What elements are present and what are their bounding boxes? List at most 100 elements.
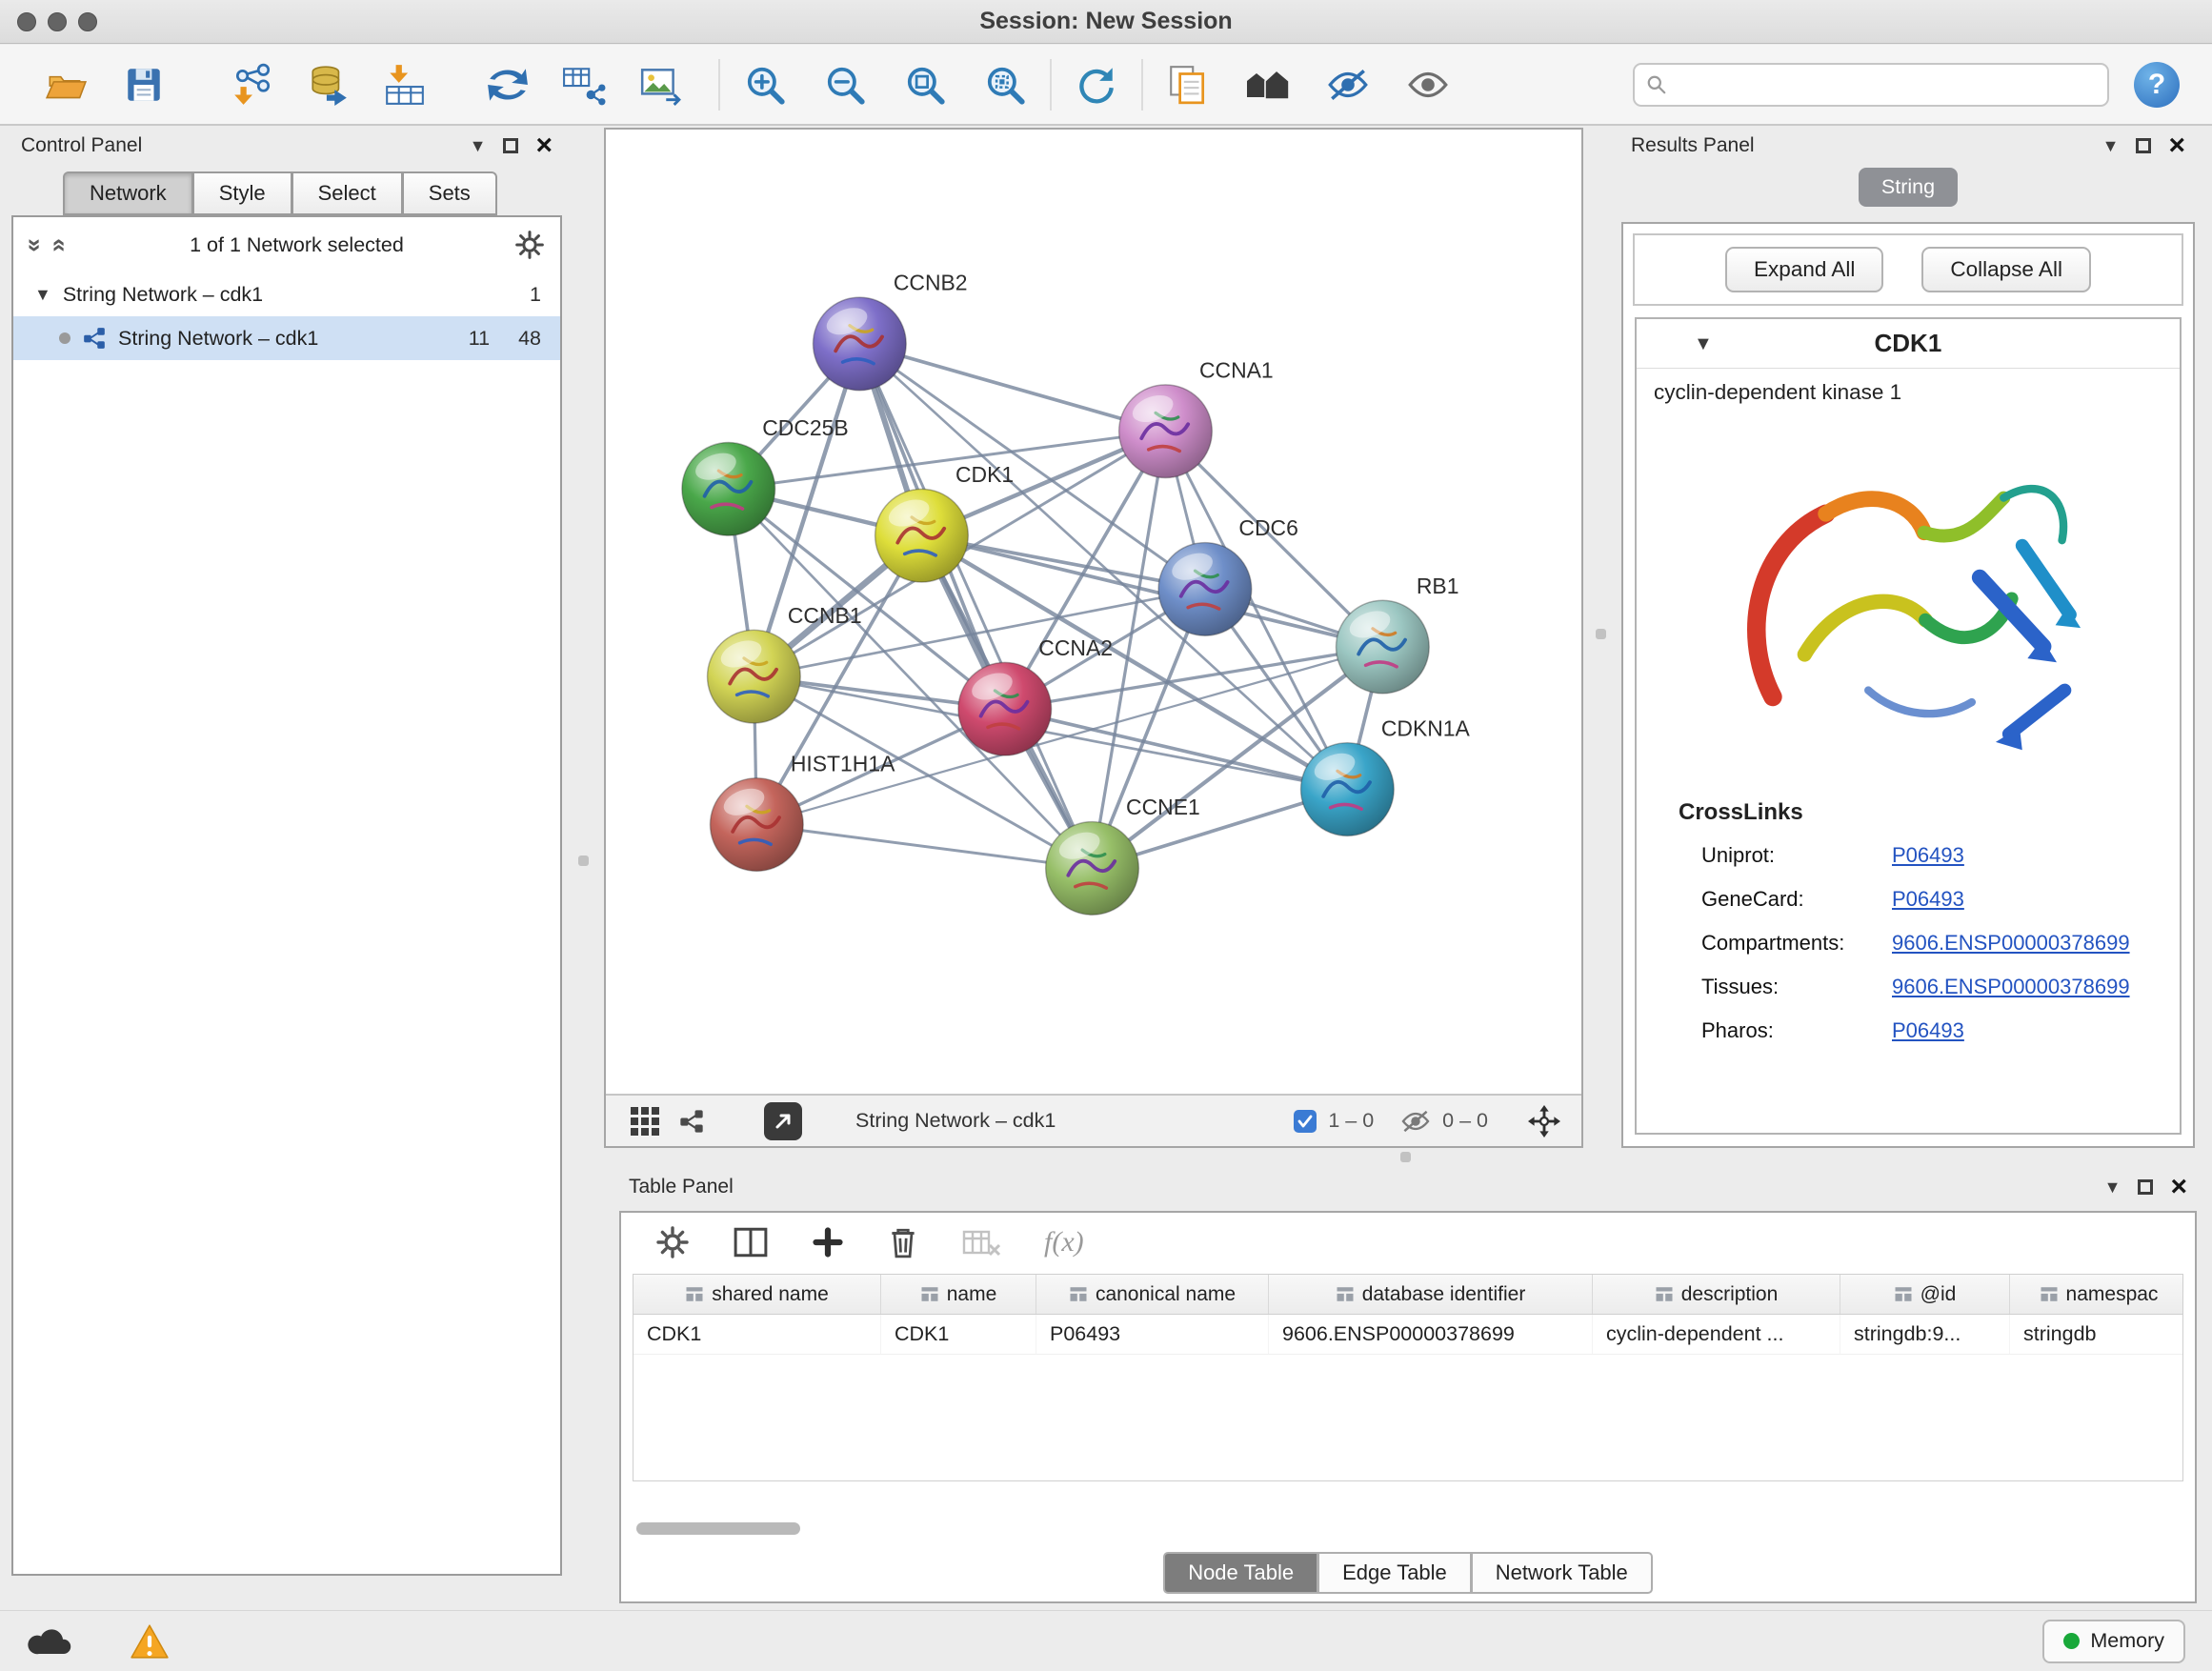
crosslink-link[interactable]: 9606.ENSP00000378699 [1892, 975, 2130, 999]
network-from-table-button[interactable] [554, 55, 613, 114]
tab-node-table[interactable]: Node Table [1163, 1552, 1318, 1594]
import-table-button[interactable] [375, 55, 434, 114]
protein-card-header[interactable]: ▼ CDK1 [1637, 319, 2180, 369]
window-zoom-button[interactable] [78, 12, 97, 31]
panel-menu-icon[interactable]: ▼ [2102, 137, 2120, 154]
right-splitter-handle[interactable] [1596, 629, 1606, 639]
table-settings-gear-icon[interactable] [655, 1225, 690, 1259]
open-session-button[interactable] [36, 55, 95, 114]
table-cell[interactable]: 9606.ENSP00000378699 [1269, 1315, 1593, 1354]
cloud-status-button[interactable] [27, 1624, 74, 1659]
collapse-section-icon[interactable]: ▼ [1694, 334, 1713, 353]
horizontal-scrollbar[interactable] [636, 1522, 800, 1535]
clone-network-button[interactable] [478, 55, 537, 114]
zoom-in-button[interactable] [735, 55, 794, 114]
selected-checkbox-icon[interactable] [1294, 1110, 1317, 1133]
table-cell[interactable]: P06493 [1036, 1315, 1269, 1354]
network-node-CCNB1[interactable]: CCNB1 [708, 603, 862, 723]
network-canvas[interactable]: CCNB2CCNA1CDC25BCDK1CDC6RB1CCNB1CCNA2CDK… [606, 130, 1581, 1094]
pan-move-icon[interactable] [1528, 1105, 1560, 1137]
network-node-RB1[interactable]: RB1 [1337, 574, 1459, 694]
export-image-button[interactable] [631, 55, 690, 114]
expand-all-button[interactable]: Expand All [1725, 247, 1883, 292]
table-cell[interactable]: stringdb:9... [1840, 1315, 2010, 1354]
column-header-shared-name[interactable]: shared name [633, 1275, 881, 1314]
panel-close-icon[interactable]: × [535, 134, 553, 157]
birdseye-view-icon[interactable] [678, 1108, 705, 1135]
tab-select[interactable]: Select [292, 171, 403, 215]
network-node-CCNB2[interactable]: CCNB2 [814, 271, 968, 391]
home-view-button[interactable] [1238, 55, 1297, 114]
add-column-icon[interactable] [812, 1226, 844, 1258]
network-row-selected[interactable]: String Network – cdk1 11 48 [13, 316, 560, 360]
panel-menu-icon[interactable]: ▼ [470, 137, 487, 154]
table-cell[interactable]: CDK1 [881, 1315, 1036, 1354]
zoom-fit-button[interactable] [895, 55, 955, 114]
zoom-in-icon [743, 63, 787, 107]
search-input[interactable] [1675, 73, 2096, 96]
show-all-button[interactable] [1398, 55, 1458, 114]
refresh-icon [1075, 63, 1118, 107]
hidden-eye-slash-icon[interactable] [1400, 1110, 1431, 1133]
import-network-database-button[interactable] [299, 55, 358, 114]
options-gear-icon[interactable] [514, 230, 545, 260]
grid-view-icon[interactable] [631, 1107, 659, 1136]
crosslink-link[interactable]: P06493 [1892, 887, 1964, 912]
show-columns-icon[interactable] [734, 1227, 768, 1258]
memory-button[interactable]: Memory [2042, 1620, 2185, 1663]
string-tab[interactable]: String [1859, 168, 1958, 207]
column-header-database-identifier[interactable]: database identifier [1269, 1275, 1593, 1314]
crosslink-link[interactable]: P06493 [1892, 1018, 1964, 1043]
network-node-CDC6[interactable]: CDC6 [1158, 515, 1298, 635]
zoom-out-button[interactable] [815, 55, 875, 114]
column-header-name[interactable]: name [881, 1275, 1036, 1314]
table-cell[interactable]: cyclin-dependent ... [1593, 1315, 1840, 1354]
import-network-file-button[interactable] [223, 55, 282, 114]
tree-expand-icon[interactable]: ▼ [34, 286, 51, 303]
table-row[interactable]: CDK1CDK1P064939606.ENSP00000378699cyclin… [633, 1315, 2182, 1355]
tab-sets[interactable]: Sets [403, 171, 497, 215]
zoom-selected-button[interactable] [975, 55, 1035, 114]
collapse-all-button[interactable]: Collapse All [1921, 247, 2091, 292]
save-session-button[interactable] [114, 55, 173, 114]
crosslink-link[interactable]: P06493 [1892, 843, 1964, 868]
network-node-CDK1[interactable]: CDK1 [875, 462, 1015, 582]
network-edge[interactable] [859, 344, 1092, 868]
crosslink-link[interactable]: 9606.ENSP00000378699 [1892, 931, 2130, 956]
hide-selected-button[interactable] [1318, 55, 1377, 114]
table-cell[interactable]: CDK1 [633, 1315, 881, 1354]
tab-edge-table[interactable]: Edge Table [1318, 1552, 1472, 1594]
tab-style[interactable]: Style [193, 171, 292, 215]
detach-view-button[interactable] [764, 1102, 802, 1140]
network-collection-row[interactable]: ▼ String Network – cdk1 1 [13, 272, 560, 316]
left-splitter-handle[interactable] [578, 856, 589, 866]
panel-float-icon[interactable] [2136, 138, 2151, 153]
panel-float-icon[interactable] [503, 138, 518, 153]
network-node-CDKN1A[interactable]: CDKN1A [1301, 715, 1471, 836]
refresh-button[interactable] [1067, 55, 1126, 114]
search-box[interactable] [1633, 63, 2109, 107]
column-header--id[interactable]: @id [1840, 1275, 2010, 1314]
column-header-canonical-name[interactable]: canonical name [1036, 1275, 1269, 1314]
window-minimize-button[interactable] [48, 12, 67, 31]
network-edge[interactable] [1005, 709, 1348, 789]
column-header-description[interactable]: description [1593, 1275, 1840, 1314]
bottom-splitter-handle[interactable] [1400, 1152, 1411, 1162]
warnings-button[interactable] [130, 1623, 170, 1660]
panel-close-icon[interactable]: × [2170, 1176, 2187, 1198]
panel-menu-icon[interactable]: ▼ [2104, 1178, 2122, 1196]
network-edge[interactable] [756, 825, 1092, 869]
network-edge[interactable] [859, 344, 1165, 432]
expand-all-icon[interactable]: « [46, 238, 75, 252]
panel-close-icon[interactable]: × [2168, 134, 2185, 157]
help-button[interactable]: ? [2134, 62, 2180, 108]
window-close-button[interactable] [17, 12, 36, 31]
panel-float-icon[interactable] [2138, 1179, 2153, 1195]
annotation-copy-button[interactable] [1158, 55, 1217, 114]
tab-network-table[interactable]: Network Table [1472, 1552, 1653, 1594]
network-node-CCNA1[interactable]: CCNA1 [1119, 357, 1274, 477]
column-header-namespac[interactable]: namespac [2010, 1275, 2183, 1314]
table-cell[interactable]: stringdb [2010, 1315, 2183, 1354]
tab-network[interactable]: Network [63, 171, 193, 215]
delete-column-icon[interactable] [888, 1225, 918, 1259]
